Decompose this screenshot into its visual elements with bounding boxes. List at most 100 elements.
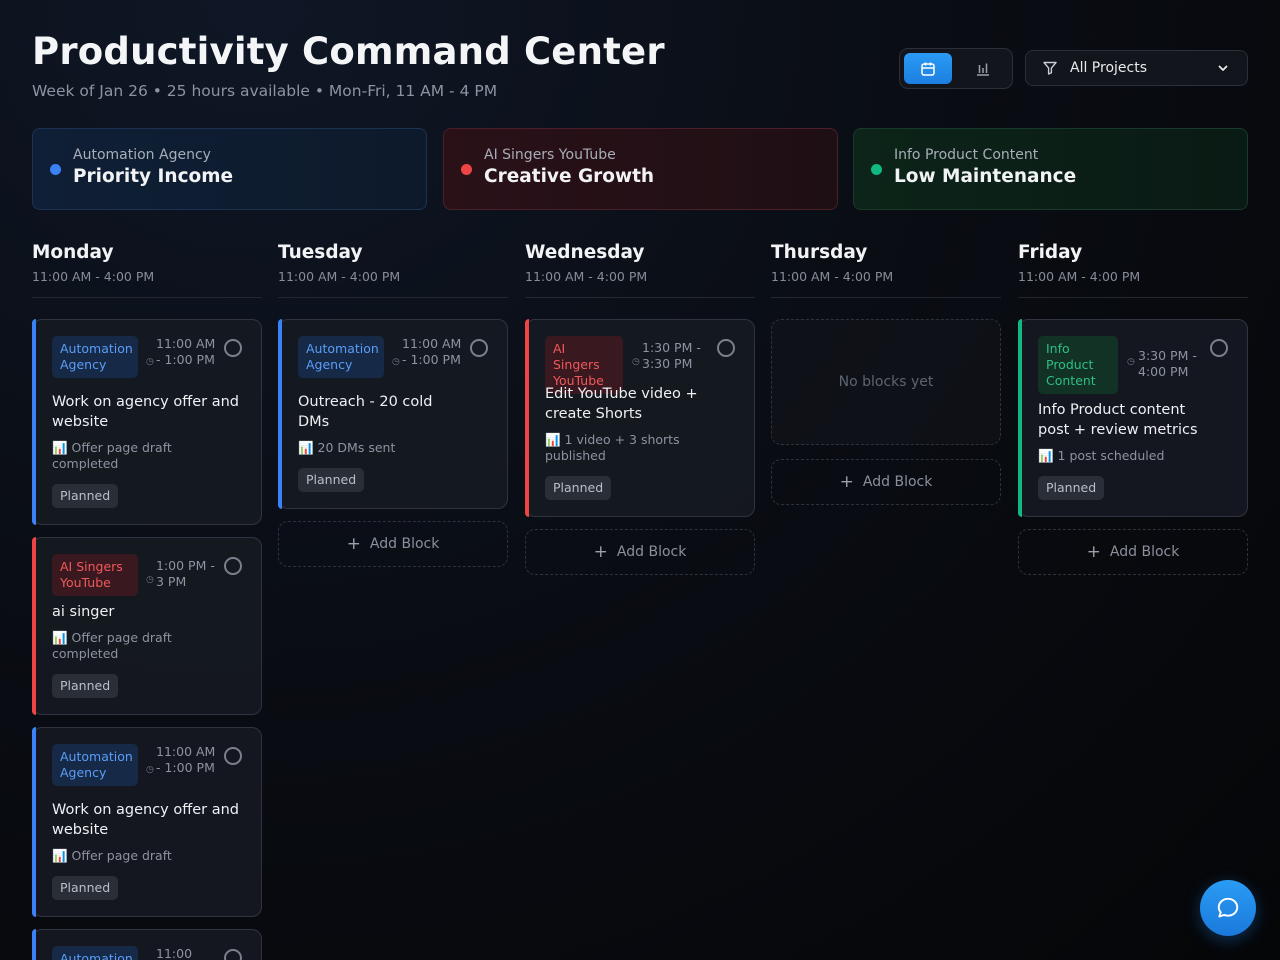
time-block[interactable]: Automation Agency ◷ 11:00 AM - 1:00 PM W…: [32, 319, 262, 525]
time-block[interactable]: Automation Agency ◷ 11:00 AM - 1:00 PM W…: [32, 727, 262, 917]
day-column-thursday: Thursday 11:00 AM - 4:00 PM No blocks ye…: [771, 242, 1001, 505]
day-column-tuesday: Tuesday 11:00 AM - 4:00 PM Automation Ag…: [278, 242, 508, 567]
status-badge: Planned: [545, 476, 612, 500]
project-card-ai-singers-youtube[interactable]: AI Singers YouTube Creative Growth: [443, 128, 838, 210]
day-column-friday: Friday 11:00 AM - 4:00 PM Info Product C…: [1018, 242, 1248, 575]
plus-icon: +: [1086, 542, 1101, 562]
chat-button[interactable]: [1200, 880, 1256, 936]
day-divider: [278, 297, 508, 298]
block-metric: 📊 Offer page draft completed: [52, 630, 172, 661]
block-title: Work on agency offer and website: [52, 394, 239, 430]
block-metric: 📊 Offer page draft completed: [52, 440, 172, 471]
clock-icon: ◷: [1127, 357, 1135, 367]
block-metric: 📊 1 post scheduled: [1038, 448, 1165, 463]
view-toggle: [899, 48, 1013, 89]
empty-day-placeholder: No blocks yet: [771, 319, 1001, 445]
add-block-button[interactable]: + Add Block: [525, 529, 755, 575]
page: Productivity Command Center Week of Jan …: [32, 0, 1248, 960]
status-badge: Planned: [1038, 476, 1105, 500]
block-time: 1:30 PM - 3:30 PM: [642, 340, 701, 371]
add-block-label: Add Block: [862, 474, 933, 490]
page-title: Productivity Command Center: [32, 30, 665, 73]
complete-checkbox[interactable]: [1210, 339, 1228, 357]
day-hours: 11:00 AM - 4:00 PM: [525, 269, 648, 284]
day-hours: 11:00 AM - 4:00 PM: [1018, 269, 1141, 284]
block-title: Work on agency offer and website: [52, 802, 239, 838]
chat-bubble-icon: [1217, 897, 1239, 918]
day-column-monday: Monday 11:00 AM - 4:00 PM Automation Age…: [32, 242, 262, 960]
block-time: 11:00 AM - 1:00 PM: [156, 336, 216, 367]
block-metric: 📊 1 video + 3 shorts published: [545, 432, 680, 463]
status-badge: Planned: [52, 484, 119, 508]
project-card-automation-agency[interactable]: Automation Agency Priority Income: [32, 128, 427, 210]
project-name: Automation Agency: [73, 147, 211, 163]
complete-checkbox[interactable]: [224, 747, 242, 765]
add-block-button[interactable]: + Add Block: [771, 459, 1001, 505]
block-time: 11:00: [156, 946, 193, 960]
day-hours: 11:00 AM - 4:00 PM: [278, 269, 401, 284]
day-name: Tuesday: [278, 242, 363, 263]
status-badge: Planned: [298, 468, 365, 492]
clock-icon: ◷: [146, 357, 154, 367]
clock-icon: ◷: [392, 357, 400, 367]
stats-view-button[interactable]: [959, 53, 1007, 84]
clock-icon: ◷: [146, 575, 154, 585]
day-hours: 11:00 AM - 4:00 PM: [771, 269, 894, 284]
time-block[interactable]: AI Singers YouTube ◷ 1:30 PM - 3:30 PM E…: [525, 319, 755, 517]
project-subtitle: Low Maintenance: [894, 166, 1077, 187]
clock-icon: ◷: [632, 357, 640, 367]
add-block-label: Add Block: [369, 536, 440, 552]
block-time: 1:00 PM - 3 PM: [156, 558, 215, 589]
block-metric: 📊 Offer page draft: [52, 848, 172, 863]
time-block[interactable]: AI Singers YouTube ◷ 1:00 PM - 3 PM ai s…: [32, 537, 262, 715]
block-title: ai singer: [52, 604, 115, 620]
day-divider: [771, 297, 1001, 298]
project-color-dot: [871, 164, 882, 175]
block-title: Info Product content post + review metri…: [1038, 402, 1198, 438]
project-tag: AI Singers YouTube: [52, 554, 138, 596]
calendar-icon: [921, 62, 935, 76]
day-name: Wednesday: [525, 242, 645, 263]
project-filter-select[interactable]: All Projects: [1025, 50, 1248, 86]
add-block-button[interactable]: + Add Block: [278, 521, 508, 567]
block-title: Edit YouTube video + create Shorts: [545, 386, 698, 422]
day-hours: 11:00 AM - 4:00 PM: [32, 269, 155, 284]
complete-checkbox[interactable]: [224, 949, 242, 960]
calendar-view-button[interactable]: [904, 53, 952, 84]
time-block[interactable]: Automation Agency ◷ 11:00 AM - 1:00 PM O…: [278, 319, 508, 509]
status-badge: Planned: [52, 674, 119, 698]
day-divider: [525, 297, 755, 298]
project-color-dot: [50, 164, 61, 175]
project-subtitle: Creative Growth: [484, 166, 655, 187]
add-block-button[interactable]: + Add Block: [1018, 529, 1248, 575]
clock-icon: ◷: [146, 765, 154, 775]
project-tag: Automation Agency: [52, 744, 138, 786]
project-name: Info Product Content: [894, 147, 1039, 163]
project-card-info-product-content[interactable]: Info Product Content Low Maintenance: [853, 128, 1248, 210]
complete-checkbox[interactable]: [717, 339, 735, 357]
day-divider: [1018, 297, 1248, 298]
day-divider: [32, 297, 262, 298]
plus-icon: +: [593, 542, 608, 562]
day-name: Thursday: [771, 242, 868, 263]
add-block-label: Add Block: [1109, 544, 1180, 560]
block-time: 3:30 PM - 4:00 PM: [1138, 348, 1197, 379]
day-name: Friday: [1018, 242, 1083, 263]
filter-icon: [1043, 61, 1057, 75]
complete-checkbox[interactable]: [224, 557, 242, 575]
complete-checkbox[interactable]: [470, 339, 488, 357]
chevron-down-icon: [1218, 65, 1228, 71]
plus-icon: +: [346, 534, 361, 554]
project-tag: Automation Agency: [52, 336, 138, 378]
block-metric: 📊 20 DMs sent: [298, 440, 396, 455]
complete-checkbox[interactable]: [224, 339, 242, 357]
project-tag: Info Product Content: [1038, 336, 1118, 394]
day-name: Monday: [32, 242, 114, 263]
time-block[interactable]: Automation Agency ◷ 11:00: [32, 929, 262, 960]
add-block-label: Add Block: [616, 544, 687, 560]
project-tag: Automation Agency: [52, 946, 138, 960]
time-block[interactable]: Info Product Content ◷ 3:30 PM - 4:00 PM…: [1018, 319, 1248, 517]
block-time: 11:00 AM - 1:00 PM: [156, 744, 216, 775]
project-name: AI Singers YouTube: [484, 147, 616, 163]
day-column-wednesday: Wednesday 11:00 AM - 4:00 PM AI Singers …: [525, 242, 755, 575]
